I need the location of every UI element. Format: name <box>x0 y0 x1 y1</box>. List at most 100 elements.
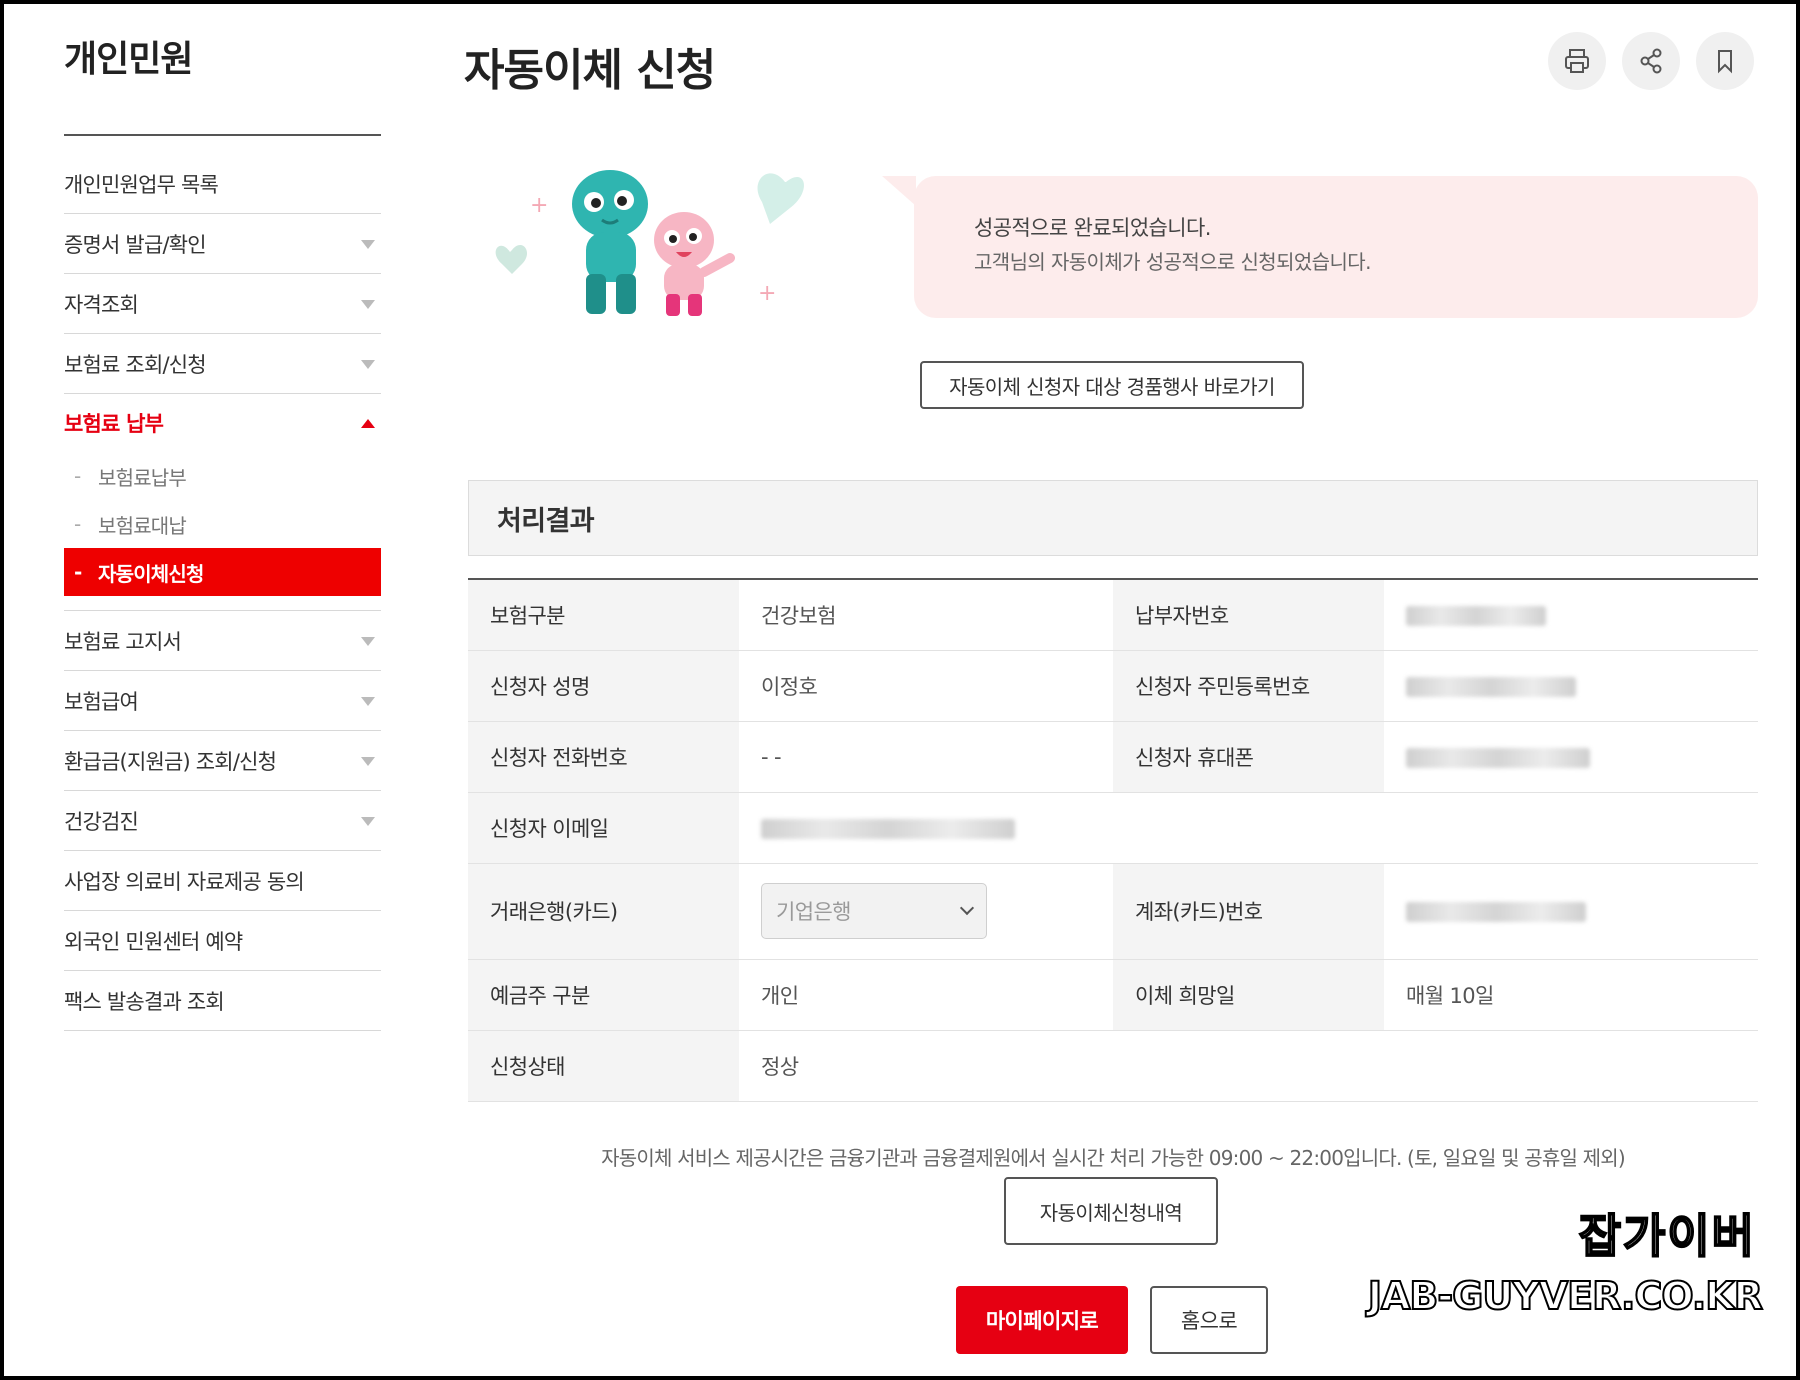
transfer-day-label: 이체 희망일 <box>1112 959 1384 1031</box>
sidebar-item-label: 사업장 의료비 자료제공 동의 <box>64 869 305 894</box>
redacted-value <box>1405 902 1586 922</box>
sidebar-item-label: 외국인 민원센터 예약 <box>64 929 243 954</box>
applicant-email-label: 신청자 이메일 <box>468 792 739 864</box>
share-button[interactable] <box>1622 32 1680 90</box>
chevron-down-icon <box>361 239 375 249</box>
svg-text:+: + <box>530 193 548 218</box>
sidebar-item-foreigner-center[interactable]: 외국인 민원센터 예약 <box>64 911 381 971</box>
dash-icon: - <box>74 464 81 488</box>
sidebar-item-label: 증명서 발급/확인 <box>64 232 207 257</box>
sidebar-item-label: 자격조회 <box>64 292 139 317</box>
table-row: 보험구분 건강보험 납부자번호 <box>468 579 1758 651</box>
dash-icon: - <box>74 512 81 536</box>
page-title: 자동이체 신청 <box>464 45 716 96</box>
sidebar-item-label: 건강검진 <box>64 809 139 834</box>
applicant-name-label: 신청자 성명 <box>468 650 739 722</box>
bank-label: 거래은행(카드) <box>468 863 739 960</box>
mascot-illustration: + + <box>495 170 804 316</box>
applicant-mobile-label: 신청자 휴대폰 <box>1112 721 1384 793</box>
watermark-url: JAB-GUYVER.CO.KR <box>1367 1273 1764 1319</box>
chevron-down-icon <box>361 359 375 369</box>
redacted-value <box>1405 605 1546 626</box>
table-row: 거래은행(카드) 기업은행 계좌(카드)번호 <box>468 863 1758 960</box>
chevron-up-icon <box>361 419 375 428</box>
chevron-down-icon <box>361 756 375 766</box>
result-heading: 처리결과 <box>468 480 1758 556</box>
chevron-down-icon <box>361 299 375 309</box>
success-title: 성공적으로 완료되었습니다. <box>974 216 1211 240</box>
sidebar-divider <box>64 134 381 136</box>
sidebar-item-label: 보험료 납부 <box>64 412 164 436</box>
payer-no-value <box>1383 579 1758 651</box>
sidebar-item-label: 개인민원업무 목록 <box>64 172 219 197</box>
applicant-rrn-value <box>1383 650 1758 722</box>
holder-type-label: 예금주 구분 <box>468 959 739 1031</box>
sidebar-item-notice[interactable]: 보험료 고지서 <box>64 611 381 671</box>
insurance-type-label: 보험구분 <box>468 579 739 651</box>
sidebar-item-label: 보험급여 <box>64 689 139 714</box>
bookmark-button[interactable] <box>1696 32 1754 90</box>
bank-select-value: 기업은행 <box>776 900 851 924</box>
submenu-item-proxy-payment[interactable]: - 보험료대납 <box>64 500 381 548</box>
sidebar-item-benefits[interactable]: 보험급여 <box>64 671 381 731</box>
sidebar-item-medical-consent[interactable]: 사업장 의료비 자료제공 동의 <box>64 851 381 911</box>
success-message-box: 성공적으로 완료되었습니다. 고객님의 자동이체가 성공적으로 신청되었습니다. <box>914 176 1758 318</box>
sidebar-menu: 개인민원업무 목록 증명서 발급/확인 자격조회 보험료 조회/신청 보험료 납… <box>64 154 381 1031</box>
sidebar-title: 개인민원 <box>64 39 193 80</box>
transfer-history-button[interactable]: 자동이체신청내역 <box>1004 1177 1218 1245</box>
page-frame: 개인민원 개인민원업무 목록 증명서 발급/확인 자격조회 보험료 조회/신청 … <box>4 4 1796 1376</box>
home-button[interactable]: 홈으로 <box>1150 1286 1268 1354</box>
table-row: 예금주 구분 개인 이체 희망일 매월 10일 <box>468 959 1758 1031</box>
bank-select-cell: 기업은행 <box>739 863 1113 960</box>
redacted-value <box>1405 747 1590 768</box>
redacted-value <box>761 818 1015 839</box>
sidebar-item-label: 보험료 고지서 <box>64 629 182 654</box>
sidebar-item-fax-result[interactable]: 팩스 발송결과 조회 <box>64 971 381 1031</box>
service-hours-notice: 자동이체 서비스 제공시간은 금융기관과 금융결제원에서 실시간 처리 가능한 … <box>601 1146 1626 1170</box>
applicant-phone-label: 신청자 전화번호 <box>468 721 739 793</box>
watermark-title: 잡가이버 <box>1578 1208 1756 1264</box>
insurance-type-value: 건강보험 <box>739 579 1113 651</box>
table-row: 신청자 성명 이정호 신청자 주민등록번호 <box>468 650 1758 722</box>
table-row: 신청자 이메일 <box>468 792 1758 864</box>
result-table: 보험구분 건강보험 납부자번호 신청자 성명 이정호 신청자 주민등록번호 신청… <box>468 578 1758 1102</box>
chevron-down-icon <box>361 696 375 706</box>
applicant-mobile-value <box>1383 721 1758 793</box>
status-label: 신청상태 <box>468 1030 739 1102</box>
event-link-button[interactable]: 자동이체 신청자 대상 경품행사 바로가기 <box>920 361 1304 409</box>
sidebar-item-premium-inquiry[interactable]: 보험료 조회/신청 <box>64 334 381 394</box>
sidebar-item-eligibility[interactable]: 자격조회 <box>64 274 381 334</box>
mypage-button[interactable]: 마이페이지로 <box>956 1286 1128 1354</box>
sidebar-item-premium-payment[interactable]: 보험료 납부 <box>64 394 381 452</box>
sidebar-item-checkup[interactable]: 건강검진 <box>64 791 381 851</box>
success-detail: 고객님의 자동이체가 성공적으로 신청되었습니다. <box>974 250 1371 274</box>
applicant-rrn-label: 신청자 주민등록번호 <box>1112 650 1384 722</box>
account-label: 계좌(카드)번호 <box>1112 863 1384 960</box>
chevron-down-icon <box>361 636 375 646</box>
sidebar-item-label: 환급금(지원금) 조회/신청 <box>64 749 277 774</box>
chevron-down-icon <box>361 816 375 826</box>
status-value: 정상 <box>739 1030 1758 1102</box>
sidebar-item-label: 팩스 발송결과 조회 <box>64 989 225 1014</box>
print-icon <box>1565 49 1589 73</box>
submenu-item-payment[interactable]: - 보험료납부 <box>64 452 381 500</box>
share-icon <box>1640 48 1662 74</box>
sidebar-item-refund[interactable]: 환급금(지원금) 조회/신청 <box>64 731 381 791</box>
redacted-value <box>1405 676 1576 697</box>
sidebar-item-certificate[interactable]: 증명서 발급/확인 <box>64 214 381 274</box>
submenu-item-label: 보험료납부 <box>98 465 187 490</box>
table-row: 신청상태 정상 <box>468 1030 1758 1102</box>
payer-no-label: 납부자번호 <box>1112 579 1384 651</box>
applicant-phone-value: - - <box>739 721 1113 793</box>
submenu-item-auto-transfer[interactable]: - 자동이체신청 <box>64 548 381 596</box>
transfer-day-value: 매월 10일 <box>1383 959 1758 1031</box>
table-row: 신청자 전화번호 - - 신청자 휴대폰 <box>468 721 1758 793</box>
sidebar-item-list[interactable]: 개인민원업무 목록 <box>64 154 381 214</box>
bank-select[interactable]: 기업은행 <box>761 883 987 939</box>
print-button[interactable] <box>1548 32 1606 90</box>
applicant-email-value <box>739 792 1758 864</box>
chevron-down-icon <box>959 900 975 916</box>
dash-icon: - <box>74 560 82 584</box>
applicant-name-value: 이정호 <box>739 650 1113 722</box>
submenu: - 보험료납부 - 보험료대납 - 자동이체신청 <box>64 452 381 611</box>
